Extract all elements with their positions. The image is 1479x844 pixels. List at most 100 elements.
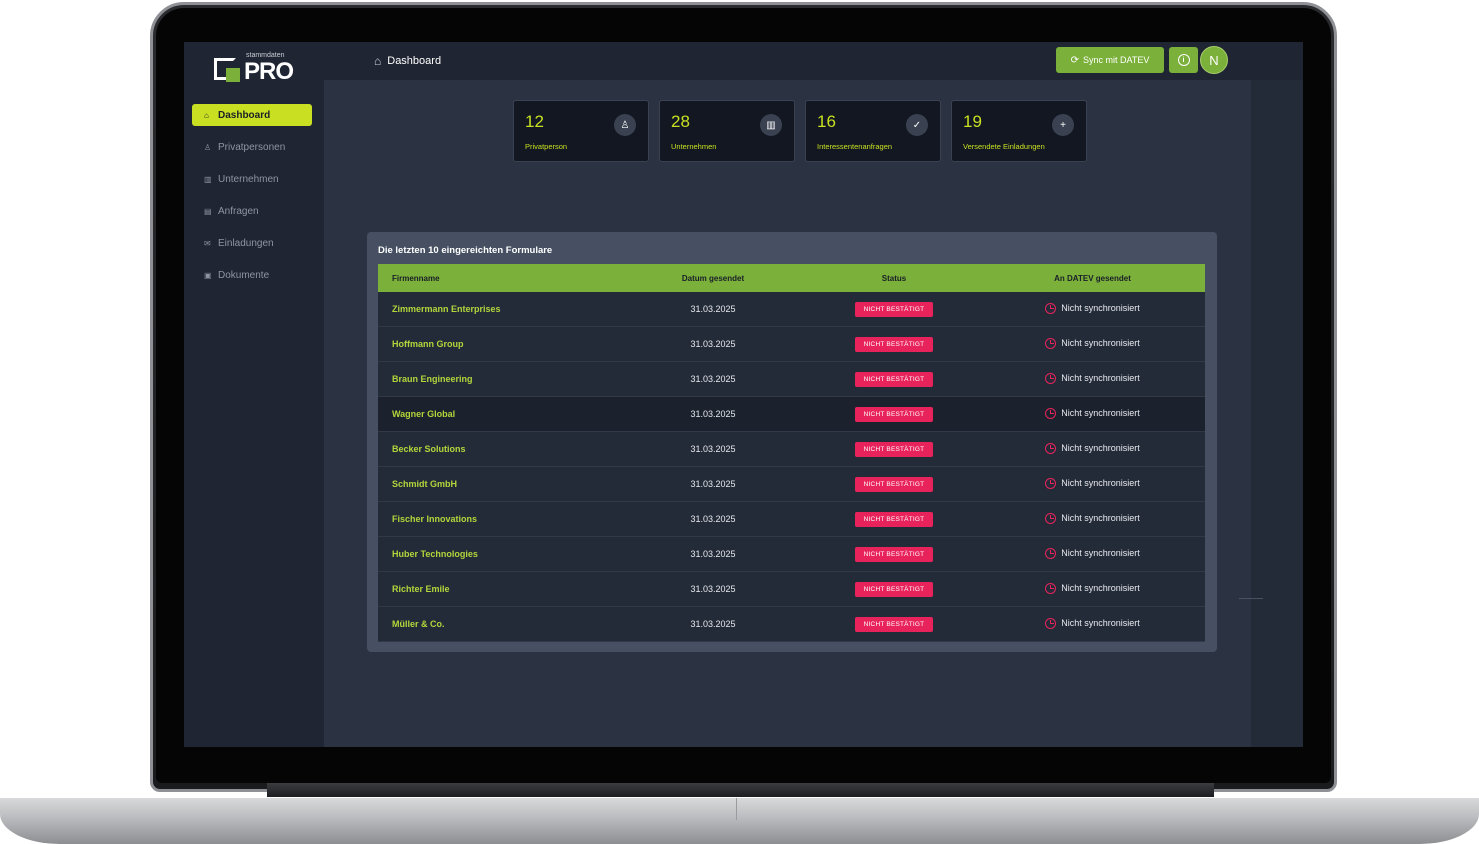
sidebar-nav: ⌂ Dashboard ♙ Privatpersonen ▥ Unternehmen ▤ An… bbox=[192, 104, 312, 296]
datev-sync-cell: Nicht synchronisiert bbox=[980, 582, 1205, 596]
stat-card-interessentenanfragen[interactable]: 16 Interessentenanfragen ✓ bbox=[805, 100, 941, 162]
sync-status: Nicht synchronisiert bbox=[1045, 477, 1140, 489]
sidebar-item-unternehmen[interactable]: ▥ Unternehmen bbox=[192, 168, 312, 190]
sidebar-item-label: Privatpersonen bbox=[218, 141, 286, 153]
person-icon: ♙ bbox=[204, 142, 212, 152]
column-header-datev[interactable]: An DATEV gesendet bbox=[980, 274, 1205, 283]
clock-icon bbox=[1045, 512, 1057, 524]
table-row[interactable]: Müller & Co. 31.03.2025 NICHT BESTÄTIGT Nic… bbox=[378, 607, 1205, 642]
sync-status-label: Nicht synchronisiert bbox=[1061, 478, 1140, 488]
datev-sync-cell: Nicht synchronisiert bbox=[980, 337, 1205, 351]
company-name-link[interactable]: Schmidt GmbH bbox=[378, 479, 618, 489]
top-bar: ⌂ Dashboard ⟳ Sync mit DATEV i N bbox=[324, 42, 1303, 80]
sync-status: Nicht synchronisiert bbox=[1045, 547, 1140, 559]
clock-icon bbox=[1045, 582, 1057, 594]
status-cell: NICHT BESTÄTIGT bbox=[808, 476, 980, 492]
laptop-seam bbox=[736, 798, 737, 820]
company-name-link[interactable]: Huber Technologies bbox=[378, 549, 618, 559]
user-avatar[interactable]: N bbox=[1200, 46, 1228, 74]
stat-value: 19 bbox=[963, 112, 982, 131]
clock-icon bbox=[1045, 477, 1057, 489]
sync-datev-label: Sync mit DATEV bbox=[1083, 55, 1150, 65]
document-check-icon: ✓ bbox=[906, 114, 928, 136]
sync-status-label: Nicht synchronisiert bbox=[1061, 338, 1140, 348]
stat-card-unternehmen[interactable]: 28 Unternehmen ▥ bbox=[659, 100, 795, 162]
company-name-link[interactable]: Zimmermann Enterprises bbox=[378, 304, 618, 314]
stat-value: 12 bbox=[525, 112, 544, 131]
date-sent: 31.03.2025 bbox=[690, 549, 736, 559]
datev-sync-cell: Nicht synchronisiert bbox=[980, 477, 1205, 491]
table-row[interactable]: Hoffmann Group 31.03.2025 NICHT BESTÄTIGT N… bbox=[378, 327, 1205, 362]
sidebar: stammdaten PRO ⌂ Dashboard ♙ Privatpersonen… bbox=[184, 42, 324, 747]
clock-icon bbox=[1045, 302, 1057, 314]
status-cell: NICHT BESTÄTIGT bbox=[808, 406, 980, 422]
scroll-area[interactable] bbox=[1239, 80, 1303, 747]
datev-sync-cell: Nicht synchronisiert bbox=[980, 372, 1205, 386]
sidebar-item-dashboard[interactable]: ⌂ Dashboard bbox=[192, 104, 312, 126]
laptop-hinge bbox=[267, 783, 1214, 797]
sidebar-item-privatpersonen[interactable]: ♙ Privatpersonen bbox=[192, 136, 312, 158]
date-sent: 31.03.2025 bbox=[690, 514, 736, 524]
company-name-link[interactable]: Müller & Co. bbox=[378, 619, 618, 629]
sidebar-item-dokumente[interactable]: ▣ Dokumente bbox=[192, 264, 312, 286]
company-name-link[interactable]: Braun Engineering bbox=[378, 374, 618, 384]
datev-sync-cell: Nicht synchronisiert bbox=[980, 442, 1205, 456]
date-sent: 31.03.2025 bbox=[690, 584, 736, 594]
stat-label: Privatperson bbox=[525, 142, 568, 151]
recent-forms-panel: Die letzten 10 eingereichten Formulare F… bbox=[367, 232, 1217, 652]
company-name-link[interactable]: Becker Solutions bbox=[378, 444, 618, 454]
date-sent: 31.03.2025 bbox=[690, 619, 736, 629]
home-icon[interactable]: ⌂ bbox=[374, 54, 381, 68]
recent-forms-table: Firmenname Datum gesendet Status An DATE… bbox=[378, 264, 1205, 642]
sync-status-label: Nicht synchronisiert bbox=[1061, 583, 1140, 593]
breadcrumb-current: Dashboard bbox=[387, 55, 442, 67]
column-header-status[interactable]: Status bbox=[808, 274, 980, 283]
table-row[interactable]: Richter Emile 31.03.2025 NICHT BESTÄTIGT Ni… bbox=[378, 572, 1205, 607]
table-row[interactable]: Huber Technologies 31.03.2025 NICHT BESTÄT… bbox=[378, 537, 1205, 572]
sync-status: Nicht synchronisiert bbox=[1045, 337, 1140, 349]
sync-status: Nicht synchronisiert bbox=[1045, 442, 1140, 454]
company-name-link[interactable]: Richter Emile bbox=[378, 584, 618, 594]
status-badge: NICHT BESTÄTIGT bbox=[854, 581, 934, 597]
datev-sync-cell: Nicht synchronisiert bbox=[980, 302, 1205, 316]
sync-status: Nicht synchronisiert bbox=[1045, 617, 1140, 629]
document-plus-icon: + bbox=[1052, 114, 1074, 136]
clock-icon bbox=[1045, 407, 1057, 419]
status-cell: NICHT BESTÄTIGT bbox=[808, 441, 980, 457]
stats-row: 12 Privatperson ♙ 28 Unternehmen ▥ 16 Interesse… bbox=[513, 100, 1087, 162]
building-icon: ▥ bbox=[204, 174, 212, 184]
sync-datev-button[interactable]: ⟳ Sync mit DATEV bbox=[1056, 47, 1164, 73]
datev-sync-cell: Nicht synchronisiert bbox=[980, 617, 1205, 631]
info-button[interactable]: i bbox=[1169, 47, 1198, 73]
table-row[interactable]: Becker Solutions 31.03.2025 NICHT BESTÄTIG… bbox=[378, 432, 1205, 467]
company-name-link[interactable]: Hoffmann Group bbox=[378, 339, 618, 349]
column-header-company[interactable]: Firmenname bbox=[378, 274, 618, 283]
app-logo[interactable]: stammdaten PRO bbox=[214, 52, 294, 85]
company-name-link[interactable]: Wagner Global bbox=[378, 409, 618, 419]
clock-icon bbox=[1045, 337, 1057, 349]
stat-value: 28 bbox=[671, 112, 690, 131]
panel-title: Die letzten 10 eingereichten Formulare bbox=[378, 245, 553, 256]
mail-icon: ✉ bbox=[204, 238, 211, 248]
main-content: 12 Privatperson ♙ 28 Unternehmen ▥ 16 Interesse… bbox=[324, 80, 1251, 747]
stat-card-privatperson[interactable]: 12 Privatperson ♙ bbox=[513, 100, 649, 162]
table-row[interactable]: Schmidt GmbH 31.03.2025 NICHT BESTÄTIGT Nic… bbox=[378, 467, 1205, 502]
sidebar-item-einladungen[interactable]: ✉ Einladungen bbox=[192, 232, 312, 254]
status-cell: NICHT BESTÄTIGT bbox=[808, 511, 980, 527]
document-icon: ▣ bbox=[204, 270, 212, 280]
column-header-date[interactable]: Datum gesendet bbox=[618, 274, 808, 283]
company-name-link[interactable]: Fischer Innovations bbox=[378, 514, 618, 524]
sync-status: Nicht synchronisiert bbox=[1045, 372, 1140, 384]
sidebar-item-anfragen[interactable]: ▤ Anfragen bbox=[192, 200, 312, 222]
sync-status-label: Nicht synchronisiert bbox=[1061, 373, 1140, 383]
stat-card-versendete-einladungen[interactable]: 19 Versendete Einladungen + bbox=[951, 100, 1087, 162]
clock-icon bbox=[1045, 547, 1057, 559]
table-row[interactable]: Fischer Innovations 31.03.2025 NICHT BESTÄ… bbox=[378, 502, 1205, 537]
building-icon: ▥ bbox=[760, 114, 782, 136]
sync-status-label: Nicht synchronisiert bbox=[1061, 548, 1140, 558]
date-sent: 31.03.2025 bbox=[690, 409, 736, 419]
table-row[interactable]: Zimmermann Enterprises 31.03.2025 NICHT BE… bbox=[378, 292, 1205, 327]
table-row[interactable]: Wagner Global 31.03.2025 NICHT BESTÄTIGT Ni… bbox=[378, 397, 1205, 432]
table-row[interactable]: Braun Engineering 31.03.2025 NICHT BESTÄTI… bbox=[378, 362, 1205, 397]
status-cell: NICHT BESTÄTIGT bbox=[808, 546, 980, 562]
